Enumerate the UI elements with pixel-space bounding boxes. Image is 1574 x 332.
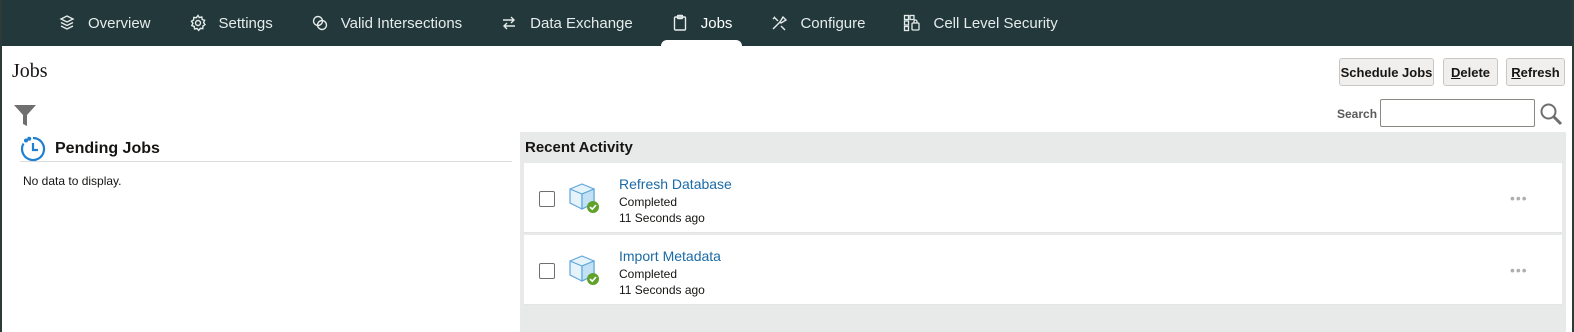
cube-completed-icon [567,253,601,287]
tab-label: Data Exchange [530,14,633,32]
job-card: Refresh Database Completed 11 Seconds ag… [524,163,1562,233]
job-checkbox[interactable] [539,191,555,207]
tab-configure[interactable]: Configure [770,0,865,46]
job-name-link[interactable]: Import Metadata [619,248,721,264]
refresh-button[interactable]: Refresh [1506,58,1565,86]
page-title: Jobs [12,60,48,82]
pending-jobs-title: Pending Jobs [55,139,160,157]
clipboard-icon [671,14,689,32]
job-card: Import Metadata Completed 11 Seconds ago… [524,235,1562,305]
refresh-label: efresh [1520,64,1560,80]
schedule-jobs-button[interactable]: Schedule Jobs [1339,58,1434,86]
tab-valid-intersections[interactable]: Valid Intersections [311,0,462,46]
more-actions-icon[interactable]: ••• [1510,263,1528,277]
tab-cell-level-security[interactable]: Cell Level Security [903,0,1058,46]
tab-label: Settings [218,14,273,32]
no-data-message: No data to display. [23,174,122,188]
cube-completed-icon [567,181,601,215]
more-actions-icon[interactable]: ••• [1510,191,1528,205]
tab-data-exchange[interactable]: Data Exchange [500,0,633,46]
schedule-jobs-label: Schedule Jobs [1340,64,1433,80]
delete-mnemonic: D [1450,64,1461,80]
app-frame: Overview Settings Valid Intersections Da… [0,0,1574,332]
top-nav: Overview Settings Valid Intersections Da… [2,0,1572,46]
delete-button[interactable]: Delete [1443,58,1498,86]
pending-jobs-header: Pending Jobs [20,136,512,162]
cube-stack-icon [58,14,76,32]
search-icon[interactable] [1539,102,1563,126]
job-checkbox[interactable] [539,263,555,279]
tab-jobs[interactable]: Jobs [660,0,743,46]
search-input[interactable] [1380,99,1535,127]
tab-label: Valid Intersections [340,14,463,32]
job-status: Completed [619,267,678,281]
exchange-arrows-icon [500,14,518,32]
tab-label: Cell Level Security [933,14,1058,32]
search-label: Search [1337,107,1378,121]
job-name-link[interactable]: Refresh Database [619,176,732,192]
grid-security-icon [903,14,921,32]
tab-label: Configure [800,14,866,32]
filter-icon[interactable] [13,103,37,127]
job-status: Completed [619,195,678,209]
delete-label: elete [1460,64,1491,80]
job-time: 11 Seconds ago [619,211,705,225]
tab-label: Overview [88,14,151,32]
tools-icon [770,14,788,32]
job-time: 11 Seconds ago [619,283,705,297]
recent-activity-panel: Recent Activity Refresh Database Complet… [520,132,1566,332]
tab-settings[interactable]: Settings [189,0,273,46]
refresh-mnemonic: R [1511,64,1521,80]
tab-overview[interactable]: Overview [58,0,151,46]
clock-icon [20,136,46,162]
intersect-icon [311,14,329,32]
recent-activity-title: Recent Activity [525,139,633,156]
gear-icon [189,14,207,32]
tab-label: Jobs [700,14,733,32]
